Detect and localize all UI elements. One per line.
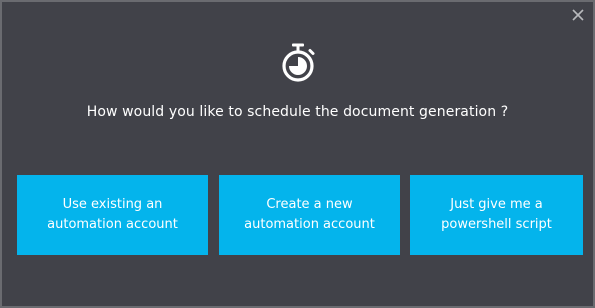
option-label-line1: Create a new <box>266 197 353 212</box>
option-label-line2: automation account <box>47 217 178 232</box>
option-label-line1: Use existing an <box>62 197 163 212</box>
use-existing-automation-account-button[interactable]: Use existing an automation account <box>17 175 208 255</box>
dialog-question: How would you like to schedule the docum… <box>86 104 509 120</box>
schedule-dialog: How would you like to schedule the docum… <box>0 0 595 308</box>
close-icon[interactable] <box>571 8 585 22</box>
option-label-line1: Just give me a <box>450 197 543 212</box>
option-label-line2: automation account <box>244 217 375 232</box>
stopwatch-icon <box>279 42 319 84</box>
option-label-line2: powershell script <box>441 217 552 232</box>
create-new-automation-account-button[interactable]: Create a new automation account <box>219 175 400 255</box>
powershell-script-button[interactable]: Just give me a powershell script <box>410 175 583 255</box>
options-row: Use existing an automation account Creat… <box>17 175 583 255</box>
